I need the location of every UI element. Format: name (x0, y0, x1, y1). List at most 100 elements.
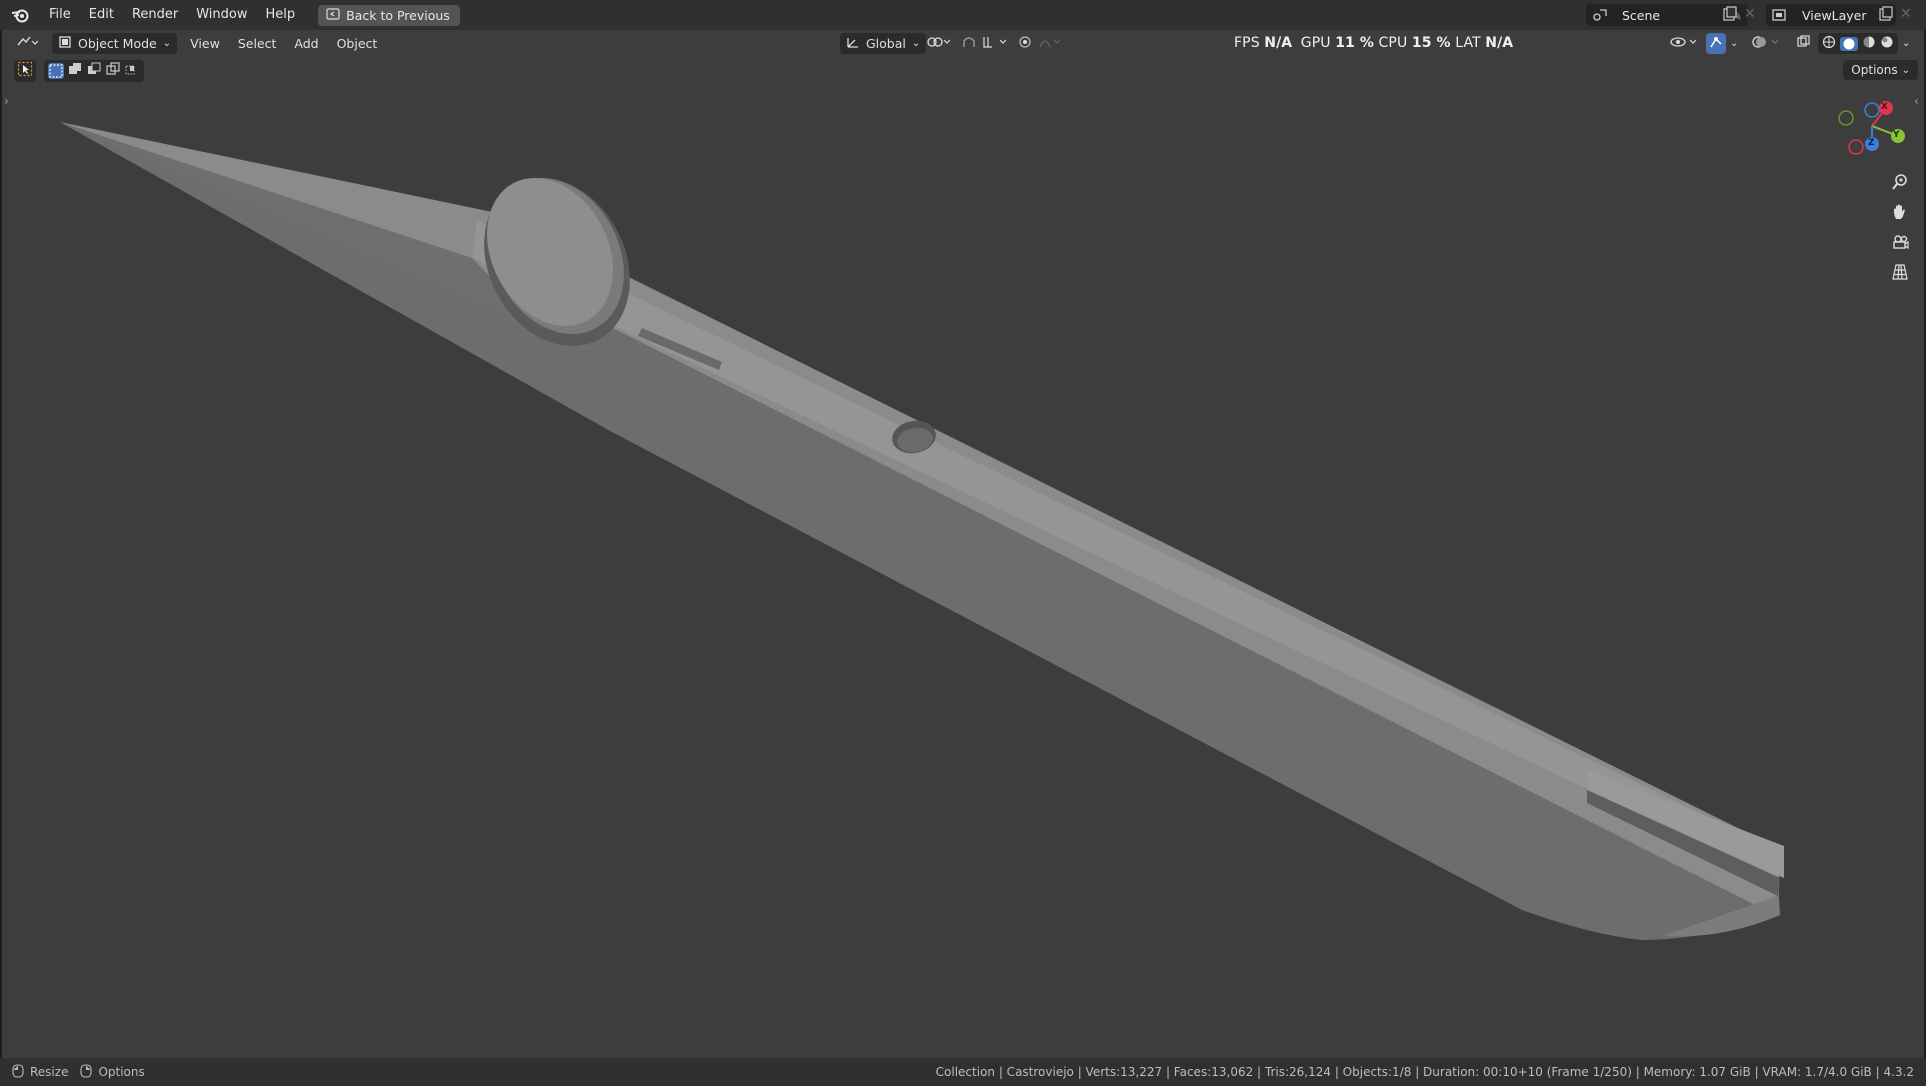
fps-value: N/A (1264, 35, 1293, 51)
proportional-editing-icon (1018, 35, 1062, 52)
active-tool-button[interactable] (14, 60, 36, 82)
view-layer-selector[interactable]: ViewLayer (1766, 4, 1896, 26)
wireframe-shading-icon[interactable] (1822, 35, 1836, 52)
scene-icon (1586, 8, 1614, 22)
gizmo-toggle-icon (1709, 35, 1723, 52)
chevron-down-icon: ⌄ (1901, 64, 1910, 76)
object-mode-label: Object Mode (78, 36, 157, 51)
options-dropdown[interactable]: Options ⌄ (1843, 60, 1918, 80)
pivot-point-icon (926, 35, 952, 52)
menu-add[interactable]: Add (285, 30, 327, 57)
zoom-icon (1891, 173, 1909, 195)
solid-shading-icon[interactable] (1840, 36, 1858, 51)
options-label: Options (1851, 63, 1898, 77)
gpu-value: 11 % (1335, 35, 1374, 51)
select-extend-icon[interactable] (67, 61, 83, 81)
transform-orientation-label: Global (866, 36, 906, 51)
status-hints: Resize Options (0, 1063, 145, 1081)
cpu-label: CPU (1378, 35, 1408, 51)
3d-viewport[interactable]: Object Mode ⌄ View Select Add Object Glo… (2, 30, 1924, 1058)
neg-x-axis-handle (1848, 139, 1864, 155)
chevron-down-icon: ⌄ (162, 38, 172, 49)
zoom-button[interactable] (1887, 171, 1913, 197)
select-intersect-icon[interactable] (124, 61, 140, 81)
menu-select[interactable]: Select (229, 30, 286, 57)
overlay-icon (1752, 35, 1782, 52)
hint-options: Options (98, 1065, 145, 1079)
z-axis-label: Z (1868, 138, 1875, 148)
menu-window[interactable]: Window (187, 0, 256, 30)
snap-icon (962, 35, 1010, 52)
hint-resize: Resize (30, 1065, 69, 1079)
gizmo-dropdown[interactable]: ⌄ (1730, 33, 1738, 54)
editor-type-button[interactable] (16, 33, 46, 54)
back-to-previous-icon (326, 7, 340, 23)
performance-stats-overlay: FPS N/A GPU 11 % CPU 15 % LAT N/A (1234, 30, 1513, 57)
scene-statistics: Collection | Castroviejo | Verts:13,227 … (935, 1065, 1914, 1079)
pan-button[interactable] (1887, 201, 1913, 227)
selection-mode-group (44, 60, 144, 82)
menu-object[interactable]: Object (328, 30, 387, 57)
mouse-right-icon (80, 1063, 93, 1081)
xray-button[interactable] (1796, 33, 1810, 54)
menu-edit[interactable]: Edit (80, 0, 123, 30)
delete-scene-icon[interactable]: ✕ (1744, 6, 1756, 22)
menu-file[interactable]: File (40, 0, 80, 30)
menu-view[interactable]: View (181, 30, 229, 57)
ortho-grid-button[interactable] (1887, 261, 1913, 287)
menu-render[interactable]: Render (123, 0, 187, 30)
sidebar-expand-arrow-icon[interactable]: ‹ (1914, 94, 1919, 108)
gpu-label: GPU (1300, 35, 1331, 51)
pivot-point-button[interactable] (926, 33, 952, 54)
camera-view-icon (1891, 233, 1909, 255)
select-new-icon[interactable] (48, 63, 64, 79)
gizmo-toggle-button[interactable] (1706, 33, 1726, 54)
neg-y-axis-handle (1838, 110, 1854, 126)
new-scene-icon[interactable] (1722, 6, 1738, 26)
back-to-previous-label: Back to Previous (346, 7, 450, 23)
top-bar: File Edit Render Window Help Back to Pre… (0, 0, 1926, 30)
material-shading-icon[interactable] (1862, 35, 1876, 52)
new-view-layer-icon[interactable] (1878, 6, 1894, 26)
y-axis-label: Y (1893, 130, 1900, 140)
shading-dropdown[interactable]: ⌄ (1902, 33, 1910, 54)
chevron-down-icon: ⌄ (1730, 38, 1739, 49)
tool-settings-row (14, 58, 144, 84)
view-layer-name: ViewLayer (1802, 7, 1867, 23)
proportional-editing-button[interactable] (1018, 33, 1062, 54)
select-invert-icon[interactable] (105, 61, 121, 81)
cpu-value: 15 % (1411, 35, 1451, 51)
view-layer-icon (1766, 8, 1794, 22)
camera-view-button[interactable] (1887, 231, 1913, 257)
transform-orientation-icon (846, 35, 860, 52)
chevron-down-icon: ⌄ (1902, 38, 1911, 49)
select-box-tool-icon (17, 61, 33, 81)
castroviejo-model[interactable] (2, 30, 1924, 1058)
editor-type-icon (16, 35, 39, 52)
blender-logo-icon[interactable] (0, 0, 40, 30)
chevron-down-icon: ⌄ (911, 38, 921, 49)
navigation-gizmo[interactable] (1834, 94, 1924, 164)
fps-label: FPS (1234, 35, 1260, 51)
menu-help[interactable]: Help (257, 0, 305, 30)
xray-icon (1796, 35, 1810, 52)
x-axis-label: X (1881, 102, 1888, 112)
viewport-shading-group[interactable] (1818, 33, 1898, 54)
overlay-button[interactable] (1752, 33, 1782, 54)
viewport-header: Object Mode ⌄ View Select Add Object Glo… (2, 30, 1924, 57)
toolbar-expand-arrow-icon[interactable]: › (4, 94, 9, 108)
object-mode-icon (58, 35, 72, 52)
select-subtract-icon[interactable] (86, 61, 102, 81)
object-mode-dropdown[interactable]: Object Mode ⌄ (52, 33, 178, 54)
back-to-previous-button[interactable]: Back to Previous (318, 4, 460, 26)
status-bar: Resize Options Collection | Castroviejo … (0, 1058, 1926, 1086)
neg-z-axis-handle (1864, 102, 1880, 118)
snap-button[interactable] (962, 33, 1010, 54)
pan-hand-icon (1891, 203, 1909, 225)
ortho-grid-icon (1891, 263, 1909, 285)
transform-orientation-dropdown[interactable]: Global ⌄ (840, 33, 927, 54)
lat-value: N/A (1485, 35, 1514, 51)
visibility-button[interactable] (1670, 33, 1700, 54)
delete-view-layer-icon[interactable]: ✕ (1900, 6, 1912, 22)
rendered-shading-icon[interactable] (1880, 35, 1894, 52)
